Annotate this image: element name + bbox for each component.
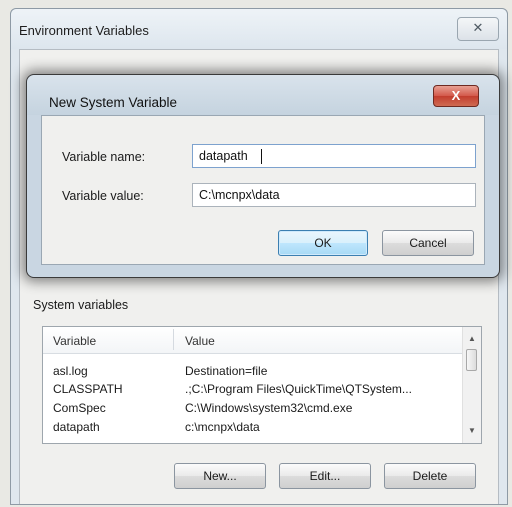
table-row[interactable]: datapath c:\mcnpx\data xyxy=(43,418,463,436)
cancel-button[interactable]: Cancel xyxy=(382,230,474,256)
variable-value-field[interactable] xyxy=(192,183,476,207)
column-header-variable[interactable]: Variable xyxy=(53,334,96,348)
scroll-up-icon[interactable]: ▲ xyxy=(463,331,481,347)
env-close-button[interactable]: ✕ xyxy=(457,17,499,41)
close-icon: X xyxy=(451,88,461,103)
env-window-title: Environment Variables xyxy=(19,23,149,38)
row-variable: ComSpec xyxy=(53,401,106,415)
variable-name-label: Variable name: xyxy=(62,150,146,164)
row-variable: datapath xyxy=(53,420,100,434)
text-caret xyxy=(261,149,262,164)
row-value: .;C:\Program Files\QuickTime\QTSystem... xyxy=(185,382,412,396)
system-variables-list[interactable]: Variable Value asl.log Destination=file … xyxy=(42,326,482,444)
column-header-value[interactable]: Value xyxy=(185,334,215,348)
table-row[interactable]: CLASSPATH .;C:\Program Files\QuickTime\Q… xyxy=(43,380,463,398)
dialog-close-button[interactable]: X xyxy=(433,85,479,107)
variable-name-field[interactable] xyxy=(192,144,476,168)
scrollbar-thumb[interactable] xyxy=(466,349,477,371)
list-header: Variable Value xyxy=(43,327,463,354)
column-divider[interactable] xyxy=(173,329,174,350)
row-value: Destination=file xyxy=(185,364,268,378)
env-titlebar[interactable]: Environment Variables ✕ xyxy=(11,9,507,49)
table-row[interactable]: asl.log Destination=file xyxy=(43,362,463,380)
dialog-title: New System Variable xyxy=(49,95,178,110)
variable-value-label: Variable value: xyxy=(62,189,144,203)
new-system-variable-dialog: New System Variable X Variable name: Var… xyxy=(26,74,500,278)
dialog-client-area: Variable name: Variable value: OK Cancel xyxy=(41,115,485,265)
edit-button[interactable]: Edit... xyxy=(279,463,371,489)
row-variable: CLASSPATH xyxy=(53,382,123,396)
new-button[interactable]: New... xyxy=(174,463,266,489)
system-variables-label: System variables xyxy=(33,298,129,312)
table-row[interactable]: ComSpec C:\Windows\system32\cmd.exe xyxy=(43,399,463,417)
scroll-down-icon[interactable]: ▼ xyxy=(463,423,481,439)
ok-button[interactable]: OK xyxy=(278,230,368,256)
row-variable: asl.log xyxy=(53,364,88,378)
vertical-scrollbar[interactable]: ▲ ▼ xyxy=(462,327,481,443)
delete-button[interactable]: Delete xyxy=(384,463,476,489)
dialog-titlebar[interactable]: New System Variable X xyxy=(27,75,499,115)
row-value: C:\Windows\system32\cmd.exe xyxy=(185,401,353,415)
close-icon: ✕ xyxy=(472,20,484,35)
row-value: c:\mcnpx\data xyxy=(185,420,260,434)
